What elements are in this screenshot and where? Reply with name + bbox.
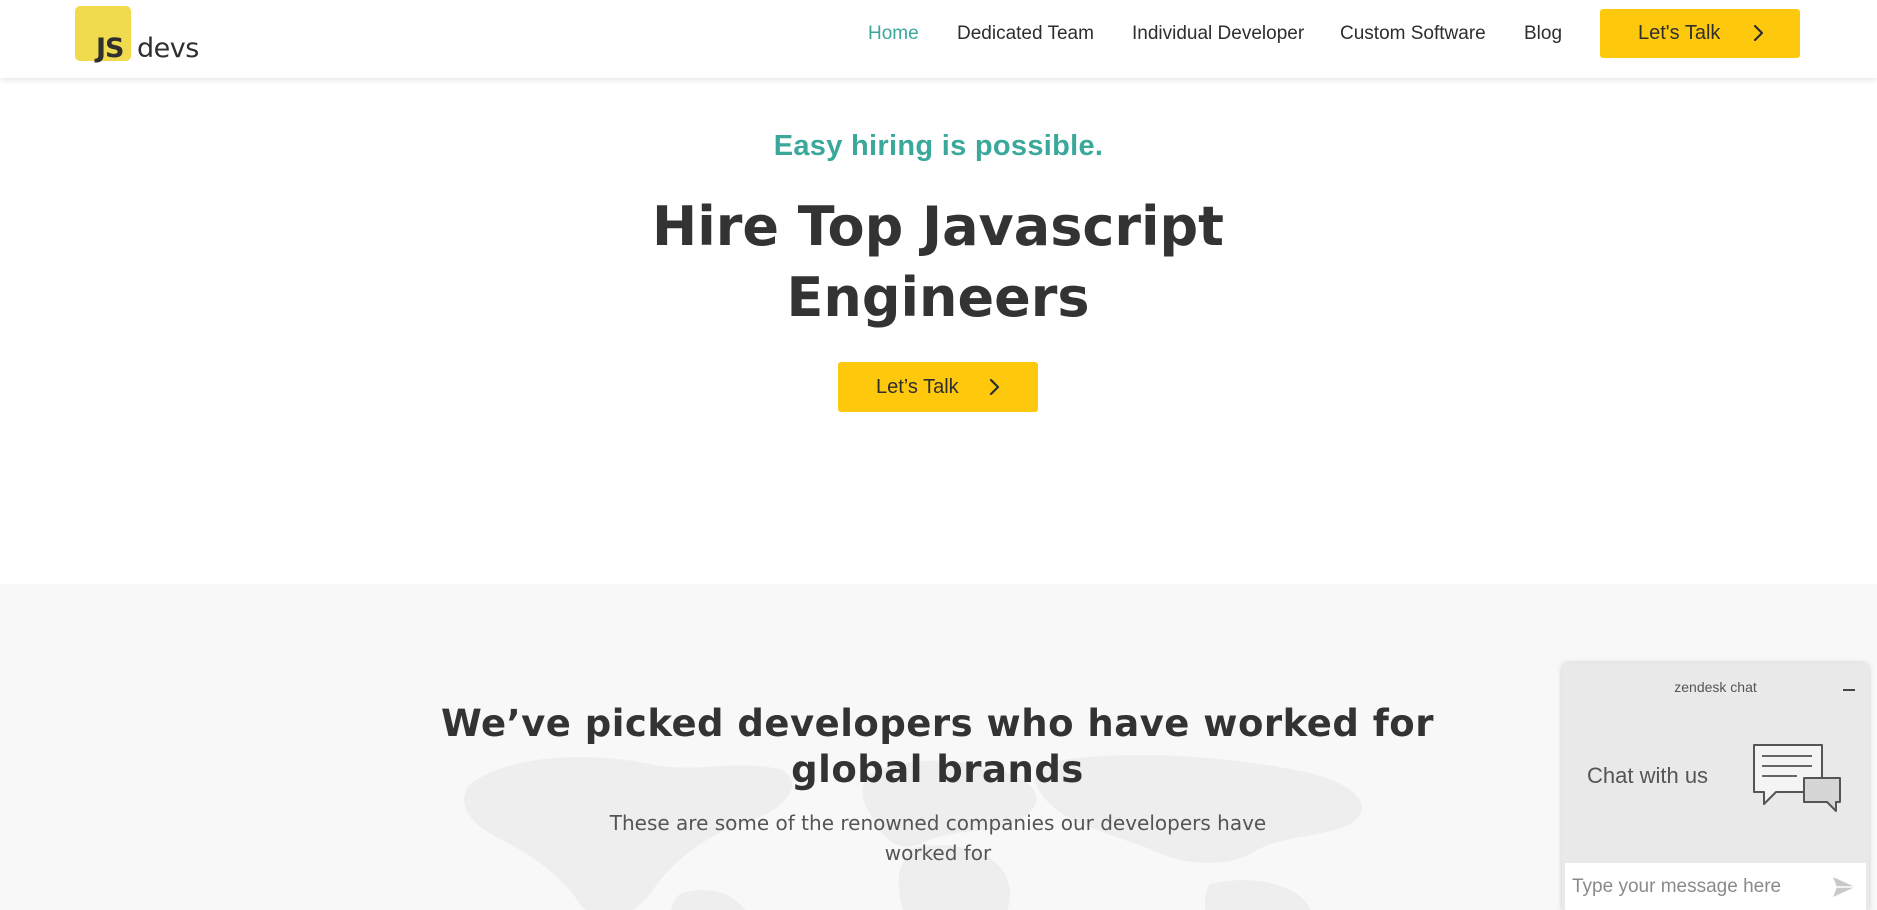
- brands-subtitle: These are some of the renowned companies…: [609, 811, 1267, 865]
- nav-individual-developer[interactable]: Individual Developer: [1132, 23, 1304, 45]
- nav-blog[interactable]: Blog: [1524, 23, 1562, 45]
- nav-dedicated-team[interactable]: Dedicated Team: [957, 23, 1094, 45]
- chat-bubbles-icon: [1753, 744, 1841, 812]
- zendesk-chat-widget[interactable]: zendesk chat Chat with us: [1562, 663, 1869, 910]
- brands-title: We’ve picked developers who have worked …: [441, 702, 1434, 791]
- chevron-right-icon: [984, 377, 1004, 397]
- hero-kicker: Easy hiring is possible.: [773, 130, 1104, 162]
- hero-title: Hire Top Javascript Engineers: [652, 195, 1224, 329]
- header-lets-talk-button[interactable]: Let's Talk: [1600, 9, 1800, 58]
- minimize-icon[interactable]: [1839, 679, 1859, 699]
- site-header: JS devs Home Dedicated Team Individual D…: [0, 0, 1877, 78]
- header-lets-talk-label: Let's Talk: [1638, 22, 1721, 44]
- main-nav: Home Dedicated Team Individual Developer…: [0, 0, 1877, 68]
- chat-title: Chat with us: [1587, 763, 1709, 788]
- nav-home[interactable]: Home: [868, 23, 919, 45]
- hero-lets-talk-label: Let’s Talk: [876, 376, 959, 398]
- hero-lets-talk-button[interactable]: Let’s Talk: [838, 362, 1038, 412]
- chevron-right-icon: [1748, 23, 1768, 43]
- send-icon[interactable]: [1832, 876, 1856, 898]
- chat-brand-label: zendesk chat: [1674, 679, 1757, 695]
- chat-message-input[interactable]: [1565, 863, 1866, 910]
- nav-custom-software[interactable]: Custom Software: [1340, 23, 1486, 45]
